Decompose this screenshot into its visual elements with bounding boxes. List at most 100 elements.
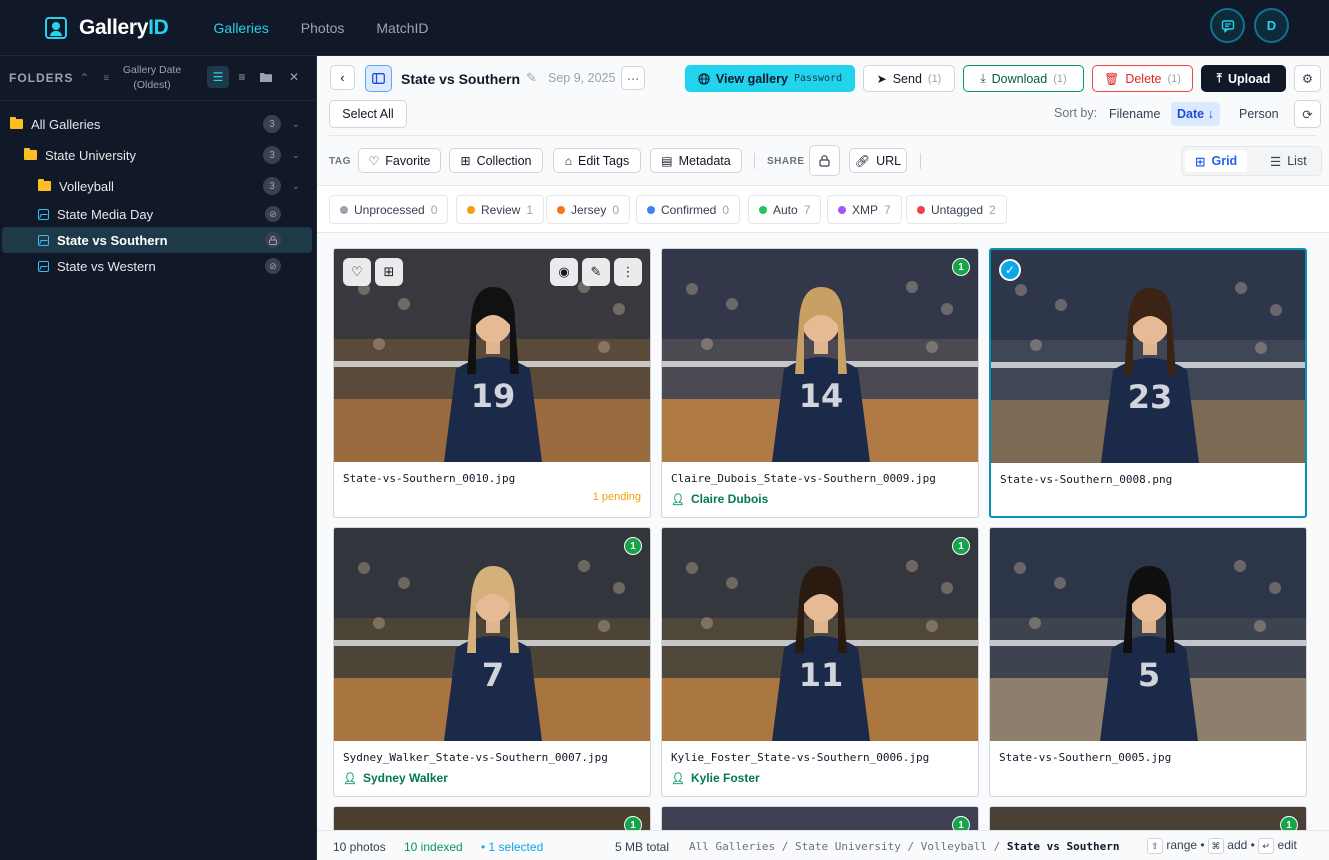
upload-button[interactable]: ⤒ Upload (1201, 65, 1286, 92)
filter-xmp[interactable]: XMP 7 (827, 195, 902, 224)
photo-card[interactable]: 7 Sydney_Walker_State-vs-Southern_0007.j… (333, 527, 651, 797)
list-view-button[interactable]: ☰ List (1260, 150, 1317, 172)
photo-thumbnail[interactable] (334, 807, 650, 830)
more-vertical-icon[interactable]: ⋮ (614, 258, 642, 286)
svg-text:7: 7 (482, 656, 504, 694)
photo-thumbnail[interactable]: 14 (662, 249, 978, 462)
tree-state-vs-southern[interactable]: State vs Southern (2, 227, 312, 253)
tree-state-media-day[interactable]: State Media Day ⊘ (2, 201, 312, 227)
list-icon: ☰ (1270, 154, 1282, 169)
gallery-icon (38, 234, 49, 246)
metadata-button[interactable]: ▤ Metadata (650, 148, 742, 173)
person-tag[interactable]: 👤︎ Sydney Walker (343, 771, 448, 785)
share-url-button[interactable]: 🔗︎ URL (849, 148, 907, 173)
tree-volleyball[interactable]: Volleyball 3 ⌄ (2, 173, 312, 199)
photo-filename: Claire_Dubois_State-vs-Southern_0009.jpg (671, 472, 936, 485)
collapse-all-icon[interactable]: ⌃ (79, 71, 89, 85)
filter-confirmed[interactable]: Confirmed 0 (636, 195, 741, 224)
tag-toolbar: TAG ♡ Favorite ⊞ Collection ⌂ Edit Tags ▤ Me… (317, 136, 1329, 185)
send-button[interactable]: ➤ Send (1) (863, 65, 955, 92)
user-avatar[interactable]: D (1254, 8, 1289, 43)
photo-card[interactable]: 14 Claire_Dubois_State-vs-Southern_0009.… (661, 248, 979, 518)
nav-photos[interactable]: Photos (301, 20, 345, 36)
nav-galleries[interactable]: Galleries (214, 20, 269, 36)
filter-auto[interactable]: Auto 7 (748, 195, 822, 224)
chevron-down-icon[interactable]: ⌄ (292, 181, 300, 192)
filter-review[interactable]: Review 1 (456, 195, 545, 224)
photo-thumbnail[interactable]: 23 (991, 250, 1305, 463)
photo-thumbnail[interactable] (662, 807, 978, 830)
edit-tags-button[interactable]: ⌂ Edit Tags (553, 148, 641, 173)
chevron-down-icon[interactable]: ⌄ (292, 150, 300, 161)
photo-thumbnail[interactable]: 11 (662, 528, 978, 741)
folders-sidebar: FOLDERS ⌃ ≡ Gallery Date (Oldest) ☰ ≡ ✕ … (0, 56, 317, 860)
status-dot (917, 205, 925, 214)
main-nav: Galleries Photos MatchID (214, 20, 429, 36)
divider (920, 153, 921, 169)
share-lock-button[interactable] (809, 145, 840, 176)
refresh-button[interactable]: ⟳ (1294, 100, 1321, 128)
heart-icon[interactable]: ♡ (343, 258, 371, 286)
photo-thumbnail[interactable]: 5 (990, 528, 1306, 741)
photo-card[interactable]: 11 Kylie_Foster_State-vs-Southern_0006.j… (661, 527, 979, 797)
svg-text:19: 19 (471, 377, 516, 415)
new-folder-icon[interactable] (255, 66, 277, 88)
nav-matchid[interactable]: MatchID (376, 20, 428, 36)
favorite-button[interactable]: ♡ Favorite (358, 148, 441, 173)
user-icon: 👤︎ (343, 772, 357, 785)
settings-button[interactable]: ⚙ (1294, 65, 1321, 92)
folder-sort-select[interactable]: Gallery Date (Oldest) (116, 63, 188, 93)
photo-card[interactable]: 5 State-vs-Southern_0005.jpg (989, 527, 1307, 797)
send-icon: ➤ (876, 71, 887, 86)
photo-card[interactable]: 1 (661, 806, 979, 830)
more-horizontal-icon: ⋯ (626, 71, 640, 86)
password-tag: Password (793, 73, 843, 84)
filter-unprocessed[interactable]: Unprocessed 0 (329, 195, 449, 224)
add-to-collection-icon[interactable]: ⊞ (375, 258, 403, 286)
photo-image: 7 (334, 528, 650, 741)
logo[interactable]: GalleryID (45, 16, 169, 40)
sort-date[interactable]: Date ↓ (1171, 102, 1220, 126)
compact-view-icon[interactable]: ≡ (231, 66, 253, 88)
pencil-icon[interactable]: ✎ (582, 258, 610, 286)
svg-text:14: 14 (799, 377, 844, 415)
filter-jersey[interactable]: Jersey 0 (546, 195, 631, 224)
back-button[interactable]: ‹ (330, 65, 355, 90)
chevron-down-icon[interactable]: ⌄ (292, 119, 300, 130)
user-icon: 👤︎ (671, 493, 685, 506)
close-sidebar-icon[interactable]: ✕ (283, 66, 305, 88)
eye-icon[interactable]: ◉ (550, 258, 578, 286)
tree-view-icon[interactable]: ☰ (207, 66, 229, 88)
folder-icon (10, 117, 23, 129)
keyboard-hints: ⇧ range • ⌘ add • ↵ edit (1147, 838, 1297, 854)
gallery-icon (38, 260, 49, 272)
person-tag[interactable]: 👤︎ Kylie Foster (671, 771, 760, 785)
selected-check-icon[interactable]: ✓ (999, 259, 1021, 281)
more-options-button[interactable]: ⋯ (621, 66, 645, 90)
delete-button[interactable]: 🗑 Delete (1) (1092, 65, 1193, 92)
select-all-button[interactable]: Select All (329, 100, 407, 128)
sort-person[interactable]: Person (1233, 102, 1285, 126)
tree-all-galleries[interactable]: All Galleries 3 ⌄ (2, 111, 312, 137)
edit-title-icon[interactable]: ✎ (526, 70, 537, 86)
tree-state-university[interactable]: State University 3 ⌄ (2, 142, 312, 168)
person-tag[interactable]: 👤︎ Claire Dubois (671, 492, 768, 506)
photo-card[interactable]: 1 (989, 806, 1307, 830)
photo-thumbnail[interactable] (990, 807, 1306, 830)
sort-filename[interactable]: Filename (1103, 102, 1166, 126)
filter-untagged[interactable]: Untagged 2 (906, 195, 1007, 224)
photo-thumbnail[interactable]: 7 (334, 528, 650, 741)
sort-icon[interactable]: ≡ (103, 73, 109, 84)
toggle-sidebar-button[interactable] (365, 65, 392, 92)
grid-view-button[interactable]: ⊞ Grid (1185, 150, 1248, 172)
chat-icon[interactable] (1210, 8, 1245, 43)
tree-state-vs-western[interactable]: State vs Western ⊘ (2, 253, 312, 279)
photo-card[interactable]: 1 (333, 806, 651, 830)
status-filter-bar: Unprocessed 0 Review 1 Jersey 0 Confirmed 0 … (317, 185, 1329, 233)
download-button[interactable]: ⤓ Download (1) (963, 65, 1084, 92)
photo-card[interactable]: 19 State-vs-Southern_0010.jpg 1 pending ♡ ⊞… (333, 248, 651, 518)
photo-card[interactable]: 23 State-vs-Southern_0008.png ✓ (989, 248, 1307, 518)
svg-text:23: 23 (1128, 378, 1173, 416)
collection-button[interactable]: ⊞ Collection (449, 148, 543, 173)
view-gallery-button[interactable]: View gallery Password (685, 65, 855, 92)
